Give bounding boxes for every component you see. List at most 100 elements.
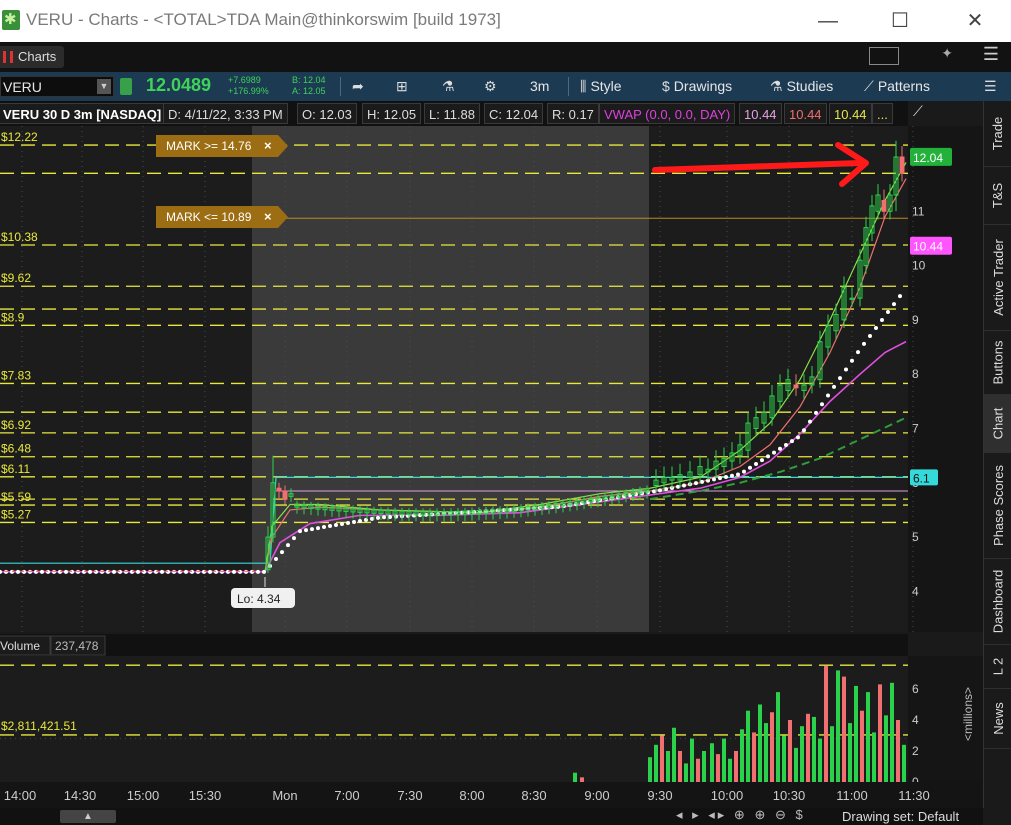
alert-upper-tag-text: MARK >= 14.76: [166, 139, 252, 153]
vwap-lower-value: 10.44: [829, 103, 872, 124]
side-tab-buttons[interactable]: Buttons: [984, 331, 1011, 395]
more-values[interactable]: ...: [872, 103, 893, 124]
vwap-dot: [16, 569, 20, 574]
vwap-dot: [136, 569, 140, 574]
close-window-button[interactable]: ✕: [955, 6, 995, 36]
link-icon[interactable]: [120, 78, 132, 95]
layout-icon[interactable]: [869, 47, 899, 65]
volume-bar: [702, 751, 706, 782]
share-icon: ➦: [352, 78, 364, 94]
vwap-dot: [286, 543, 290, 548]
price-level-label: $8.9: [1, 310, 25, 324]
toolbar-menu-button[interactable]: ☰: [984, 72, 1001, 101]
price-level-label: $7.83: [1, 368, 31, 382]
price-chart[interactable]: $12.22 $10.38 $9.62 $8.9 $7.83 $6.92 $6.48 $6.1…: [0, 126, 983, 808]
side-tab-chart[interactable]: Chart: [984, 395, 1011, 453]
vwap-dot: [826, 393, 830, 398]
volume-bar: [806, 713, 810, 782]
time-axis-tick: 8:30: [521, 788, 546, 803]
volume-bar: [580, 777, 584, 782]
vwap-dot: [160, 569, 164, 574]
volume-bar: [836, 670, 840, 782]
volume-bar: [812, 716, 816, 782]
drawings-button[interactable]: $ Drawings: [662, 72, 732, 101]
bar-date: D: 4/11/22, 3:33 PM: [163, 103, 288, 124]
vwap-dot: [748, 465, 752, 470]
vwap-value: 10.44: [739, 103, 782, 124]
symbol-period[interactable]: VERU 30 D 3m [NASDAQ]: [0, 103, 167, 124]
candle-body: [282, 490, 288, 500]
vwap-dot: [742, 469, 746, 474]
vwap-dot: [652, 489, 656, 494]
time-axis-tick: Mon: [272, 788, 297, 803]
vwap-dot: [304, 528, 308, 533]
volume-bar: [866, 692, 870, 782]
vwap-dot: [796, 435, 800, 440]
volume-bar: [716, 754, 720, 782]
maximize-button[interactable]: ☐: [880, 6, 920, 36]
vwap-dot: [814, 410, 818, 415]
symbol-selector[interactable]: VERU ▼: [0, 76, 114, 97]
studies-button[interactable]: ⚗ Studies: [770, 72, 833, 101]
pin-icon[interactable]: ✦: [941, 45, 953, 62]
price-axis-tick: 5: [912, 530, 919, 544]
gear-icon: ⚙: [484, 78, 497, 94]
timeframe-button[interactable]: 3m: [530, 72, 549, 101]
vwap-dot: [700, 479, 704, 484]
side-tab-l2[interactable]: L 2: [984, 645, 1011, 689]
flexible-grid-button[interactable]: ⊞: [396, 72, 412, 101]
scroll-handle[interactable]: ▲: [60, 810, 116, 823]
drawings-label: Drawings: [673, 78, 733, 94]
volume-axis-tick: 2: [912, 744, 919, 758]
vwap-dot: [868, 333, 872, 338]
vwap-dot: [772, 450, 776, 455]
volume-title: Volume: [0, 639, 40, 653]
drawing-tool-icon[interactable]: ⟋: [913, 103, 933, 123]
pct-change: +176.99%: [228, 86, 269, 96]
vwap-dot: [898, 294, 902, 299]
time-axis-tick: 11:00: [836, 788, 868, 803]
time-axis-tick: 14:00: [4, 788, 37, 803]
alert-lower-tag-text: MARK <= 10.89: [166, 210, 252, 224]
style-button[interactable]: ⫼ Style: [580, 72, 622, 101]
thinkorswim-window: VERU - Charts - <TOTAL>TDA Main@thinkors…: [0, 0, 1011, 825]
studies-flask-button[interactable]: ⚗: [442, 72, 459, 101]
vwap-dot: [784, 442, 788, 447]
side-tab-dashboard[interactable]: Dashboard: [984, 559, 1011, 645]
symbol-value: VERU: [3, 79, 42, 95]
volume-bar: [654, 744, 658, 782]
price-level-label: $6.92: [1, 418, 31, 432]
side-tab-news[interactable]: News: [984, 689, 1011, 749]
patterns-button[interactable]: ⟋ Patterns: [864, 72, 930, 101]
volume-bar: [573, 772, 577, 782]
price-axis-tick: 8: [912, 367, 919, 381]
price-level-label: $6.11: [1, 462, 30, 476]
chart-header: VERU 30 D 3m [NASDAQ] D: 4/11/22, 3:33 P…: [0, 101, 923, 126]
share-button[interactable]: ➦: [352, 72, 368, 101]
price-axis-tick: 4: [912, 584, 919, 598]
volume-bar: [690, 738, 694, 782]
minimize-button[interactable]: —: [808, 6, 848, 36]
drawing-set-label[interactable]: Drawing set: Default: [842, 809, 959, 824]
volume-bar: [890, 682, 894, 782]
chevron-down-icon[interactable]: ▼: [97, 79, 111, 94]
vwap-study-label[interactable]: VWAP (0.0, 0.0, DAY): [599, 103, 736, 124]
vwap-dot: [790, 439, 794, 444]
candle-body: [899, 156, 905, 174]
app-icon: [2, 10, 20, 30]
chart-navigation-controls[interactable]: ◂ ▸ ◂▸ ⊕ ⊕ ⊖ $: [676, 807, 806, 823]
vwap-dot: [712, 477, 716, 482]
settings-button[interactable]: ⚙: [484, 72, 501, 101]
tab-charts[interactable]: Charts: [0, 46, 65, 68]
menu-icon[interactable]: ☰: [983, 44, 999, 65]
side-tab-phase-scores[interactable]: Phase Scores: [984, 453, 1011, 559]
price-axis-tick: 9: [912, 313, 919, 327]
volume-header-bg: [0, 634, 908, 656]
side-tab-active-trader[interactable]: Active Trader: [984, 225, 1011, 331]
side-tab-trade[interactable]: Trade: [984, 101, 1011, 167]
side-tab-ts[interactable]: T&S: [984, 167, 1011, 225]
bid: B: 12.04: [292, 75, 326, 85]
style-label: Style: [590, 78, 622, 94]
time-axis-tick: 10:00: [711, 788, 744, 803]
vwap-dot: [280, 550, 284, 555]
